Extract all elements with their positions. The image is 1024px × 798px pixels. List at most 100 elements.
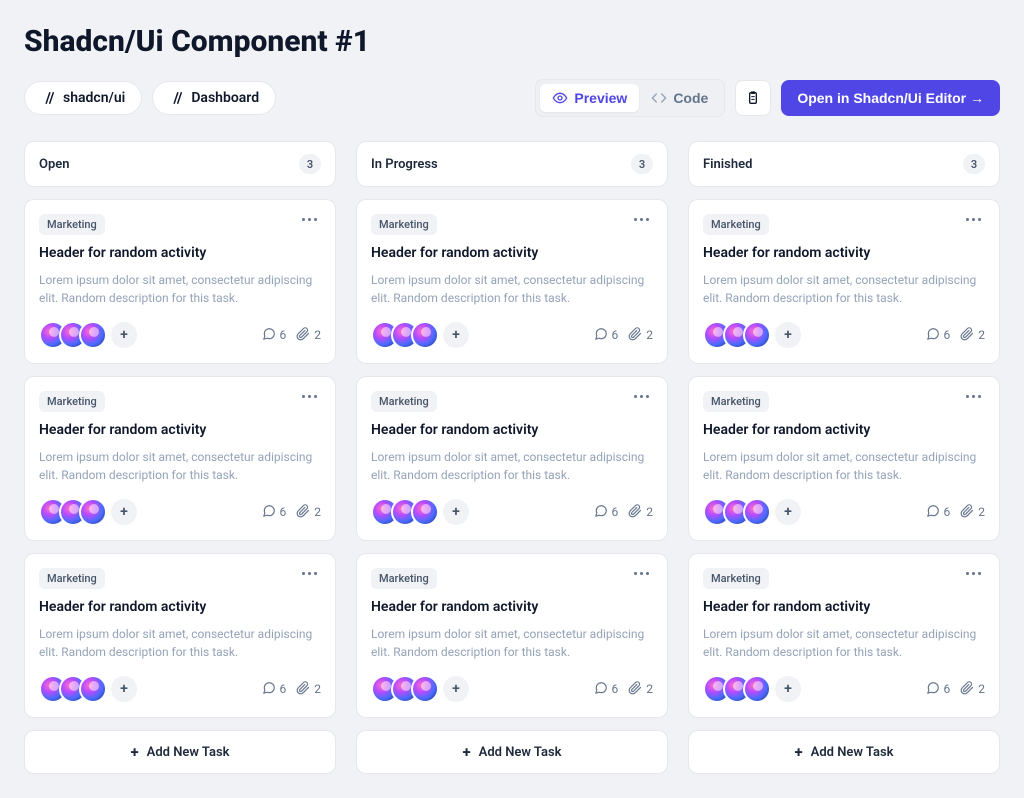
attachments-count: 2 xyxy=(646,505,653,519)
card-stats: 62 xyxy=(262,681,322,698)
card-tag: Marketing xyxy=(703,568,769,589)
breadcrumb-dashboard[interactable]: Dashboard xyxy=(152,81,276,115)
task-card[interactable]: MarketingHeader for random activityLorem… xyxy=(356,553,668,718)
column-header: Open 3 xyxy=(24,141,336,187)
add-avatar-button[interactable]: + xyxy=(111,499,137,525)
attachments-stat: 2 xyxy=(628,681,653,698)
card-menu-button[interactable] xyxy=(962,214,985,225)
avatar-group: + xyxy=(39,498,137,526)
card-tag: Marketing xyxy=(371,214,437,235)
card-menu-button[interactable] xyxy=(298,568,321,579)
add-avatar-button[interactable]: + xyxy=(443,322,469,348)
eye-icon xyxy=(552,90,568,106)
card-title: Header for random activity xyxy=(703,245,985,261)
add-task-button[interactable]: +Add New Task xyxy=(688,730,1000,774)
card-menu-button[interactable] xyxy=(630,391,653,402)
breadcrumb-label: shadcn/ui xyxy=(63,90,125,106)
card-menu-button[interactable] xyxy=(962,391,985,402)
card-description: Lorem ipsum dolor sit amet, consectetur … xyxy=(703,271,985,307)
add-avatar-button[interactable]: + xyxy=(775,676,801,702)
task-card[interactable]: MarketingHeader for random activityLorem… xyxy=(688,553,1000,718)
breadcrumb-shadcn-ui[interactable]: shadcn/ui xyxy=(24,81,142,115)
add-task-button[interactable]: +Add New Task xyxy=(356,730,668,774)
card-menu-button[interactable] xyxy=(962,568,985,579)
column-title: In Progress xyxy=(371,157,438,172)
card-bottom: +62 xyxy=(703,675,985,703)
attachment-icon xyxy=(628,681,642,698)
comment-icon xyxy=(926,327,940,344)
avatar[interactable] xyxy=(411,675,439,703)
avatar[interactable] xyxy=(411,321,439,349)
card-description: Lorem ipsum dolor sit amet, consectetur … xyxy=(39,448,321,484)
add-avatar-button[interactable]: + xyxy=(443,499,469,525)
card-top: Marketing xyxy=(371,568,653,589)
avatar-group: + xyxy=(371,675,469,703)
card-title: Header for random activity xyxy=(703,422,985,438)
add-avatar-button[interactable]: + xyxy=(443,676,469,702)
card-stats: 62 xyxy=(926,327,986,344)
add-task-button[interactable]: +Add New Task xyxy=(24,730,336,774)
attachments-stat: 2 xyxy=(296,327,321,344)
task-card[interactable]: MarketingHeader for random activityLorem… xyxy=(24,199,336,364)
attachment-icon xyxy=(296,504,310,521)
comment-icon xyxy=(594,504,608,521)
comments-stat: 6 xyxy=(594,327,619,344)
task-card[interactable]: MarketingHeader for random activityLorem… xyxy=(356,376,668,541)
add-avatar-button[interactable]: + xyxy=(111,322,137,348)
open-editor-label: Open in Shadcn/Ui Editor → xyxy=(797,90,984,106)
card-top: Marketing xyxy=(39,568,321,589)
task-card[interactable]: MarketingHeader for random activityLorem… xyxy=(688,376,1000,541)
task-card[interactable]: MarketingHeader for random activityLorem… xyxy=(356,199,668,364)
task-card[interactable]: MarketingHeader for random activityLorem… xyxy=(688,199,1000,364)
copy-button[interactable] xyxy=(735,80,771,116)
avatar[interactable] xyxy=(743,498,771,526)
add-avatar-button[interactable]: + xyxy=(111,676,137,702)
card-menu-button[interactable] xyxy=(630,214,653,225)
card-top: Marketing xyxy=(371,391,653,412)
avatar[interactable] xyxy=(79,321,107,349)
attachments-stat: 2 xyxy=(296,504,321,521)
attachments-count: 2 xyxy=(978,682,985,696)
breadcrumb-label: Dashboard xyxy=(191,90,259,106)
card-top: Marketing xyxy=(371,214,653,235)
task-card[interactable]: MarketingHeader for random activityLorem… xyxy=(24,553,336,718)
kanban-column: Open 3 MarketingHeader for random activity… xyxy=(24,141,336,774)
add-avatar-button[interactable]: + xyxy=(775,499,801,525)
card-stats: 62 xyxy=(594,327,654,344)
avatar-group: + xyxy=(39,321,137,349)
comment-icon xyxy=(926,504,940,521)
avatar-group: + xyxy=(703,675,801,703)
comments-count: 6 xyxy=(280,328,287,342)
card-menu-button[interactable] xyxy=(630,568,653,579)
card-stats: 62 xyxy=(594,504,654,521)
attachments-count: 2 xyxy=(314,328,321,342)
card-menu-button[interactable] xyxy=(298,391,321,402)
open-editor-button[interactable]: Open in Shadcn/Ui Editor → xyxy=(781,80,1000,116)
avatar[interactable] xyxy=(411,498,439,526)
column-title: Open xyxy=(39,157,70,172)
tab-code[interactable]: Code xyxy=(639,84,720,112)
tab-label: Preview xyxy=(574,90,627,106)
task-card[interactable]: MarketingHeader for random activityLorem… xyxy=(24,376,336,541)
tab-label: Code xyxy=(673,90,708,106)
comments-stat: 6 xyxy=(262,504,287,521)
view-tabs: Preview Code xyxy=(535,79,725,117)
attachment-icon xyxy=(628,504,642,521)
avatar-group: + xyxy=(371,321,469,349)
card-description: Lorem ipsum dolor sit amet, consectetur … xyxy=(703,625,985,661)
avatar[interactable] xyxy=(743,675,771,703)
column-count-badge: 3 xyxy=(631,154,653,174)
comments-count: 6 xyxy=(944,682,951,696)
avatar[interactable] xyxy=(743,321,771,349)
attachments-count: 2 xyxy=(978,505,985,519)
comments-stat: 6 xyxy=(594,681,619,698)
tab-preview[interactable]: Preview xyxy=(540,84,639,112)
add-avatar-button[interactable]: + xyxy=(775,322,801,348)
avatar[interactable] xyxy=(79,675,107,703)
avatar[interactable] xyxy=(79,498,107,526)
comments-count: 6 xyxy=(612,682,619,696)
card-stats: 62 xyxy=(926,681,986,698)
column-count-badge: 3 xyxy=(299,154,321,174)
attachments-stat: 2 xyxy=(960,504,985,521)
card-menu-button[interactable] xyxy=(298,214,321,225)
